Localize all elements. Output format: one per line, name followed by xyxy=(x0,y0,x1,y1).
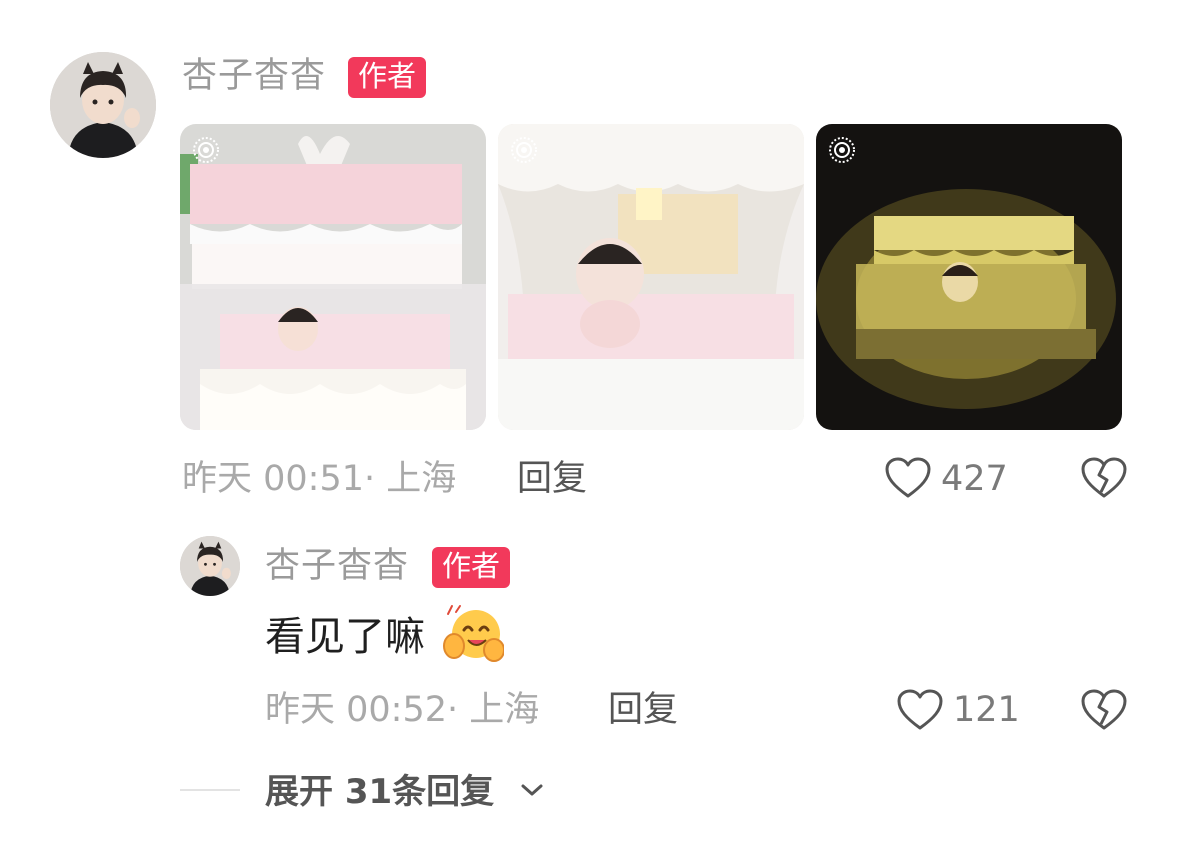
broken-heart-icon[interactable] xyxy=(1080,456,1128,500)
image-canopy-bed-closeup xyxy=(498,124,804,430)
image-canopy-bed-night-light xyxy=(816,124,1122,430)
expand-divider xyxy=(180,789,240,791)
author-badge: 作者 xyxy=(348,57,427,98)
reply-time-location: 昨天 00:52· 上海 xyxy=(265,690,540,730)
author-badge: 作者 xyxy=(432,547,511,588)
comment-avatar[interactable] xyxy=(50,52,156,158)
comment-username[interactable]: 杏子杳杳 xyxy=(182,59,326,94)
reply-avatar[interactable] xyxy=(180,536,240,596)
heart-icon[interactable] xyxy=(884,456,932,500)
reply-reply-button[interactable]: 回复 xyxy=(608,693,678,728)
comment-reply-button[interactable]: 回复 xyxy=(517,462,587,497)
live-photo-icon xyxy=(193,137,219,163)
live-photo-icon xyxy=(511,137,537,163)
expand-replies-button[interactable]: 展开 31条回复 xyxy=(265,775,494,809)
comment-time-location: 昨天 00:51· 上海 xyxy=(182,459,457,499)
image-pink-canopy-bed xyxy=(180,124,486,430)
avatar-image xyxy=(50,52,156,158)
reply-like-count: 121 xyxy=(953,690,1020,730)
reply-text: 看见了嘛 xyxy=(265,614,425,660)
comment-image-1[interactable] xyxy=(180,124,486,430)
chevron-down-icon[interactable] xyxy=(519,780,545,800)
live-photo-icon xyxy=(829,137,855,163)
broken-heart-icon[interactable] xyxy=(1080,688,1128,732)
comment-like-count: 427 xyxy=(941,459,1008,499)
heart-icon[interactable] xyxy=(896,688,944,732)
reply-username[interactable]: 杏子杳杳 xyxy=(265,549,409,584)
hugging-face-emoji xyxy=(443,605,504,662)
comment-image-2[interactable] xyxy=(498,124,804,430)
comment-image-3[interactable] xyxy=(816,124,1122,430)
avatar-image xyxy=(180,536,240,596)
